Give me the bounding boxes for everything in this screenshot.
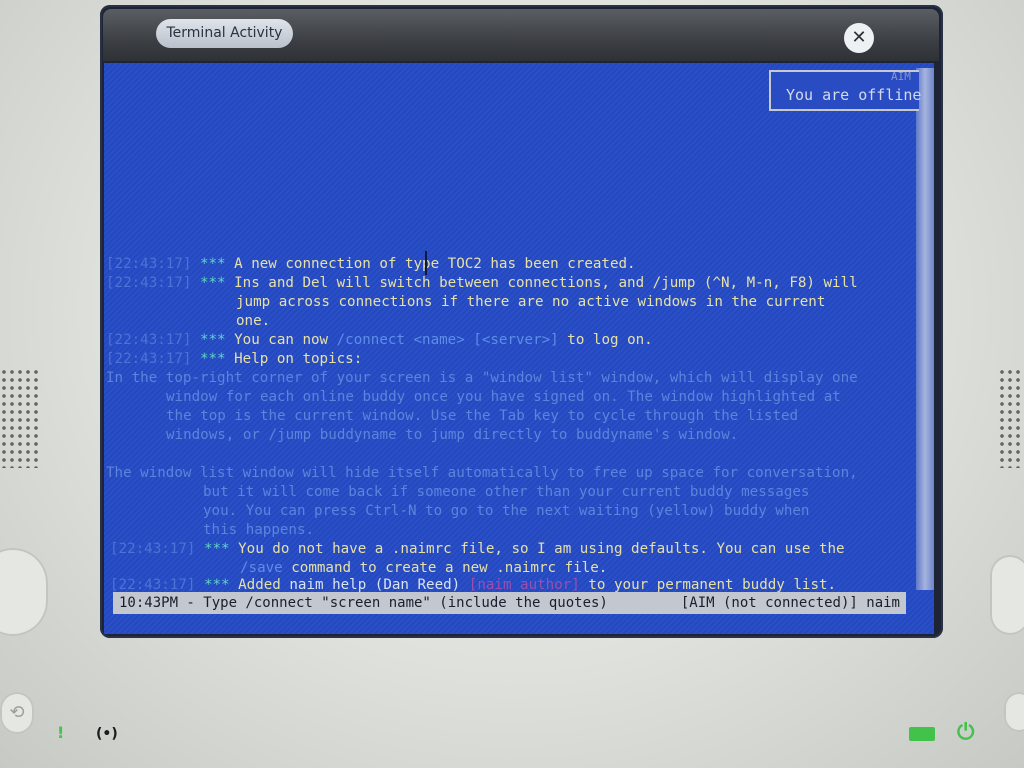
terminal-scrollbar[interactable]: [916, 68, 934, 590]
log-timestamp: [22:43:17]: [106, 256, 192, 272]
log-marker: ***: [203, 577, 230, 593]
log-line: The window list window will hide itself …: [106, 465, 858, 481]
game-buttons[interactable]: [990, 555, 1024, 635]
log-segment: window for each online buddy once you ha…: [166, 389, 841, 405]
log-line: but it will come back if someone other t…: [203, 484, 809, 500]
log-timestamp: [22:43:17]: [106, 332, 192, 348]
log-segment: windows, or /jump buddyname to jump dire…: [166, 427, 739, 443]
log-marker: ***: [199, 351, 226, 367]
log-segment: Help on topics:: [234, 351, 363, 367]
log-marker: ***: [199, 332, 226, 348]
log-marker: ***: [199, 275, 226, 291]
log-segment: to your permanent buddy list.: [579, 577, 837, 593]
log-marker: ***: [203, 541, 230, 557]
status-bar: 10:43PM - Type /connect "screen name" (i…: [113, 592, 906, 614]
log-segment: to log on.: [558, 332, 653, 348]
rotate-button[interactable]: ⟲: [0, 692, 34, 734]
log-segment: the top is the current window. Use the T…: [166, 408, 799, 424]
log-line: one.: [236, 313, 270, 329]
status-bar-connection: [AIM (not connected)] naim: [680, 595, 900, 611]
log-segment: one.: [236, 313, 271, 329]
battery-icon: [909, 727, 935, 741]
log-segment: this happens.: [203, 522, 315, 538]
log-line: [22:43:17] *** Help on topics:: [106, 351, 362, 367]
log-segment: The window list window will hide itself …: [106, 465, 858, 481]
power-icon: ⏻: [957, 720, 975, 745]
status-bar-message: 10:43PM - Type /connect "screen name" (i…: [119, 595, 608, 611]
log-line: [22:43:17] *** You can now /connect <nam…: [106, 332, 653, 348]
log-line: windows, or /jump buddyname to jump dire…: [166, 427, 738, 443]
close-icon[interactable]: ✕: [844, 23, 874, 53]
log-segment: /save: [240, 560, 283, 576]
camera-icon: (•): [96, 726, 118, 742]
left-speaker-grille: [0, 368, 38, 468]
log-line: In the top-right corner of your screen i…: [106, 370, 858, 386]
log-segment: [naim author]: [468, 577, 580, 593]
log-segment: You do not have a .naimrc file, so I am …: [238, 541, 845, 557]
activity-title-label[interactable]: Terminal Activity: [156, 19, 293, 48]
window-list-tag: AIM: [891, 70, 911, 83]
log-timestamp: [22:43:17]: [110, 577, 196, 593]
right-speaker-grille: [998, 368, 1024, 468]
log-line: window for each online buddy once you ha…: [166, 389, 841, 405]
log-line: [22:43:17] *** Ins and Del will switch b…: [106, 275, 858, 291]
log-timestamp: [22:43:17]: [106, 275, 192, 291]
text-cursor: [425, 251, 427, 275]
log-line: [22:43:17] *** You do not have a .naimrc…: [110, 541, 845, 557]
log-marker: ***: [199, 256, 226, 272]
log-segment: command to create a new .naimrc file.: [282, 560, 608, 576]
log-line: this happens.: [203, 522, 314, 538]
log-segment: [460, 577, 469, 593]
microphone-icon: !: [57, 723, 65, 742]
log-line: the top is the current window. Use the T…: [166, 408, 798, 424]
side-button[interactable]: [1004, 692, 1024, 732]
log-timestamp: [22:43:17]: [106, 351, 192, 367]
log-segment: jump across connections if there are no …: [236, 294, 826, 310]
log-line: /save command to create a new .naimrc fi…: [240, 560, 607, 576]
log-line: [22:43:17] *** A new connection of type …: [106, 256, 636, 272]
log-segment: /connect <name> [<server>]: [336, 332, 559, 348]
log-line: jump across connections if there are no …: [236, 294, 825, 310]
log-segment: A new connection of type TOC2 has been c…: [234, 256, 636, 272]
window-list-status: You are offline: [786, 86, 922, 104]
log-segment: you. You can press Ctrl-N to go to the n…: [203, 503, 810, 519]
log-segment: Added: [238, 577, 290, 593]
log-line: [22:43:17] *** Added naim help (Dan Reed…: [110, 577, 836, 593]
log-segment: naim help (Dan Reed): [289, 577, 461, 593]
log-segment: You can now: [234, 332, 337, 348]
log-line: you. You can press Ctrl-N to go to the n…: [203, 503, 809, 519]
log-timestamp: [22:43:17]: [110, 541, 196, 557]
log-segment: but it will come back if someone other t…: [203, 484, 810, 500]
log-segment: In the top-right corner of your screen i…: [106, 370, 858, 386]
log-segment: Ins and Del will switch between connecti…: [234, 275, 858, 291]
